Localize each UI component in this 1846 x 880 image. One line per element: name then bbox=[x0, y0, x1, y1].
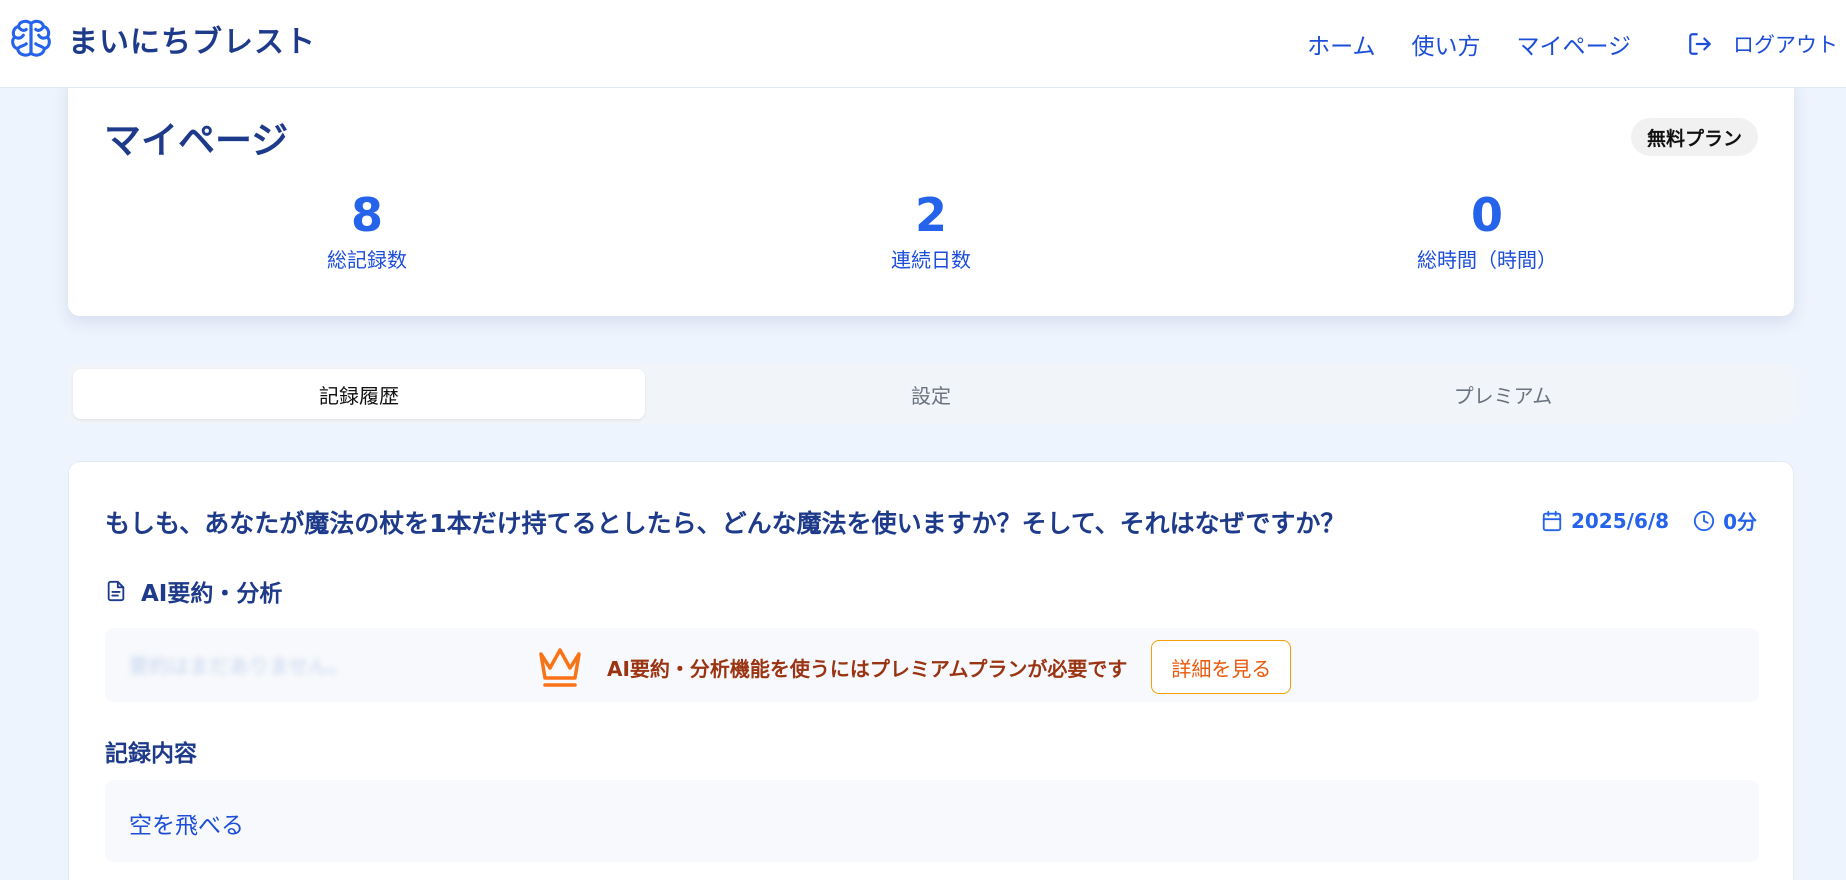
brand[interactable]: まいにちブレスト bbox=[8, 16, 316, 62]
record-date: 2025/6/8 bbox=[1541, 509, 1669, 533]
view-details-button[interactable]: 詳細を見る bbox=[1151, 640, 1292, 694]
ai-section-label: AI要約・分析 bbox=[141, 581, 283, 607]
premium-lock-overlay: AI要約・分析機能を使うにはプレミアムプランが必要です 詳細を見る bbox=[537, 640, 1292, 694]
record-duration: 0分 bbox=[1693, 506, 1757, 535]
tab-settings[interactable]: 設定 bbox=[645, 369, 1217, 419]
nav-my-page[interactable]: マイページ bbox=[1516, 27, 1631, 61]
stat-total-hours: 0 総時間（時間） bbox=[1337, 192, 1637, 273]
plan-badge: 無料プラン bbox=[1630, 118, 1758, 156]
tab-premium[interactable]: プレミアム bbox=[1217, 369, 1789, 419]
nav-home[interactable]: ホーム bbox=[1307, 27, 1375, 61]
record-date-text: 2025/6/8 bbox=[1570, 508, 1670, 533]
stat-label: 総時間（時間） bbox=[1417, 248, 1557, 272]
stat-value: 8 bbox=[350, 188, 383, 242]
content-section-title: 記録内容 bbox=[105, 734, 197, 768]
content-section-label: 記録内容 bbox=[105, 741, 197, 767]
brain-icon bbox=[11, 19, 51, 57]
premium-required-text: AI要約・分析機能を使うにはプレミアムプランが必要です bbox=[607, 656, 1128, 681]
stat-total-records: 8 総記録数 bbox=[217, 192, 517, 273]
stat-label: 総記録数 bbox=[327, 248, 407, 272]
calendar-icon bbox=[1542, 510, 1562, 531]
stat-label: 連続日数 bbox=[891, 248, 971, 272]
document-icon bbox=[107, 580, 125, 602]
stat-value: 0 bbox=[1470, 188, 1503, 242]
nav-how-to-use[interactable]: 使い方 bbox=[1411, 27, 1480, 61]
ai-summary-blurred: 要約はまだありません。 bbox=[129, 654, 349, 678]
logout-label: ログアウト bbox=[1733, 33, 1838, 57]
clock-icon bbox=[1693, 510, 1715, 531]
record-content-text: 空を飛べる bbox=[129, 813, 244, 839]
tab-bar: 記録履歴 設定 プレミアム bbox=[68, 364, 1794, 424]
app-name: まいにちブレスト bbox=[68, 25, 316, 60]
record-card: もしも、あなたが魔法の杖を1本だけ持てるとしたら、どんな魔法を使いますか？そして… bbox=[68, 461, 1794, 880]
record-duration-text: 0分 bbox=[1723, 510, 1757, 534]
stat-streak-days: 2 連続日数 bbox=[781, 192, 1081, 273]
record-content-box: 空を飛べる bbox=[105, 780, 1759, 862]
ai-summary-box: 要約はまだありません。 AI要約・分析機能を使うにはプレミアムプランが必要です … bbox=[105, 628, 1759, 702]
record-question: もしも、あなたが魔法の杖を1本だけ持てるとしたら、どんな魔法を使いますか？そして… bbox=[105, 509, 1346, 538]
ai-section-title: AI要約・分析 bbox=[105, 574, 282, 608]
app-header: まいにちブレスト ホーム 使い方 マイページ ログアウト bbox=[0, 0, 1846, 88]
profile-summary-card: マイページ 無料プラン 8 総記録数 2 連続日数 0 総時間（時間） bbox=[68, 72, 1794, 316]
logout-button[interactable]: ログアウト bbox=[1687, 29, 1838, 59]
main-nav: ホーム 使い方 マイページ ログアウト bbox=[1307, 0, 1846, 88]
stat-value: 2 bbox=[914, 188, 947, 242]
tab-history[interactable]: 記録履歴 bbox=[73, 369, 645, 419]
page-title: マイページ bbox=[104, 119, 289, 162]
record-meta: 2025/6/8 0分 bbox=[1517, 506, 1757, 535]
crown-icon bbox=[539, 648, 581, 687]
logout-icon bbox=[1689, 33, 1711, 55]
